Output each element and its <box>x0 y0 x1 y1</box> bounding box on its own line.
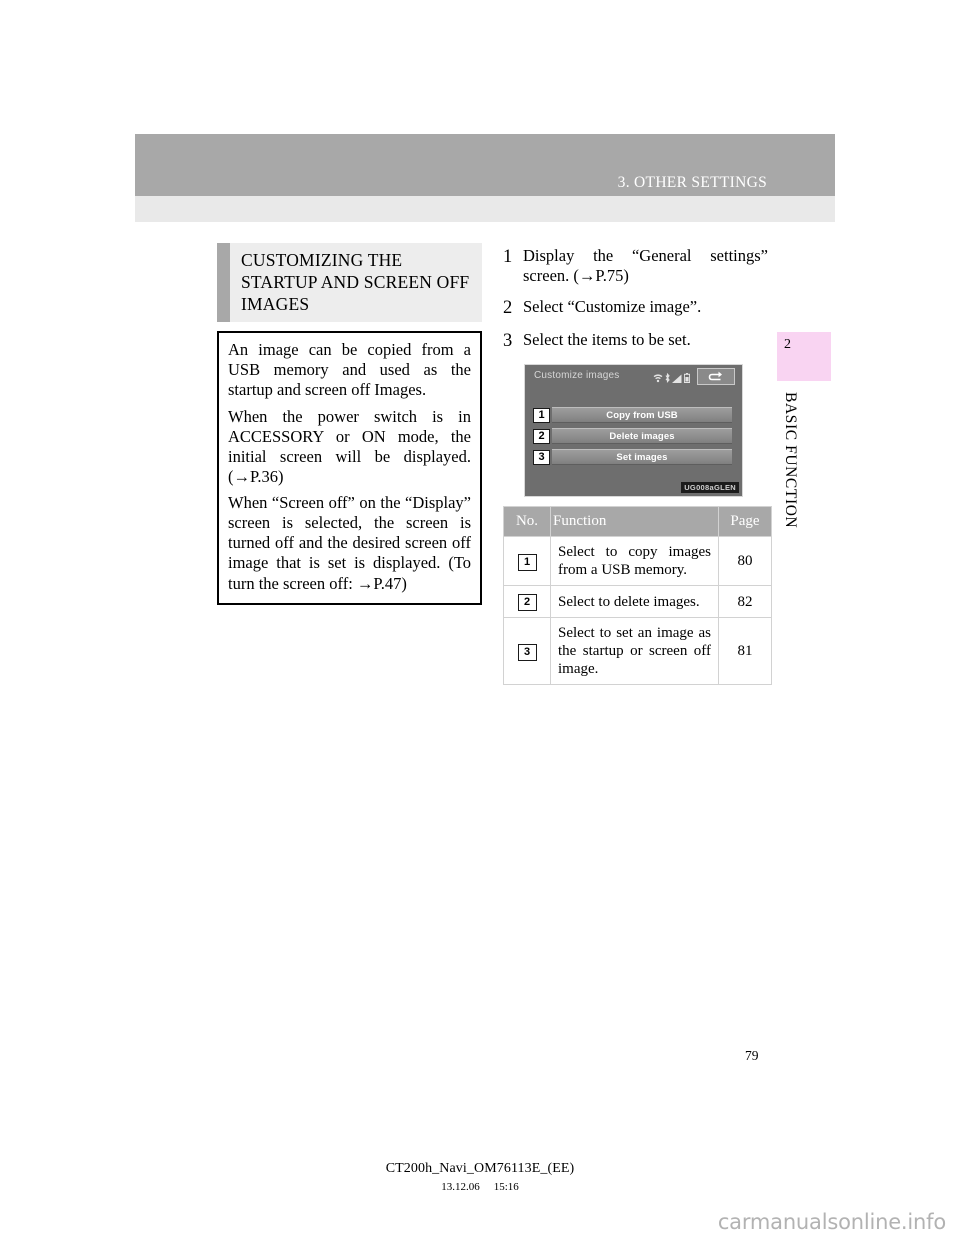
nav-screen-figure: Customize images 1 Copy from USB 2 Delet… <box>524 363 743 497</box>
table-cell-no: 3 <box>503 617 551 686</box>
table-header-page: Page <box>718 505 772 538</box>
table-row: 2 Select to delete images. 82 <box>503 585 772 619</box>
section-title: CUSTOMIZING THE STARTUP AND SCREEN OFF I… <box>241 250 470 315</box>
set-images-button[interactable]: Set images <box>552 449 732 466</box>
signal-bars-icon <box>672 374 682 383</box>
table-row: 3 Select to set an image as the startup … <box>503 617 772 686</box>
footer-date: 13.12.06 <box>441 1181 480 1193</box>
battery-icon <box>684 372 690 383</box>
footer-timestamp: 13.12.06 15:16 <box>0 1181 960 1193</box>
chapter-tab-label: BASIC FUNCTION <box>782 392 799 529</box>
left-column: CUSTOMIZING THE STARTUP AND SCREEN OFF I… <box>217 243 482 605</box>
nav-row-copy-from-usb: 1 Copy from USB <box>533 407 732 424</box>
table-cell-page: 81 <box>718 617 772 686</box>
right-column: 1 Display the “General settings” screen.… <box>503 246 772 686</box>
table-badge-1: 1 <box>517 553 537 571</box>
info-paragraph-1: An image can be copied from a USB memory… <box>228 340 471 400</box>
page-header-subbar <box>135 196 835 222</box>
table-cell-no: 2 <box>503 585 551 619</box>
nav-badge-1: 1 <box>533 407 550 423</box>
delete-images-button[interactable]: Delete images <box>552 428 732 445</box>
step-1-text: Display the “General settings” screen. (… <box>523 246 768 286</box>
figure-code-label: UG008aGLEN <box>681 481 739 493</box>
step-2: 2 Select “Customize image”. <box>503 297 768 319</box>
footer-document-id: CT200h_Navi_OM76113E_(EE) <box>385 1161 575 1176</box>
table-header-row: No. Function Page <box>503 505 772 538</box>
step-2-number: 2 <box>503 298 513 319</box>
page-number: 79 <box>745 1048 759 1063</box>
step-1-number: 1 <box>503 247 513 267</box>
function-table: No. Function Page 1 Select to copy image… <box>503 505 772 686</box>
copy-from-usb-button[interactable]: Copy from USB <box>552 407 732 424</box>
wifi-icon <box>653 374 663 382</box>
info-paragraph-2: When the power switch is in ACCESSORY or… <box>228 406 471 486</box>
table-cell-page: 82 <box>718 585 772 619</box>
table-cell-no: 1 <box>503 536 551 587</box>
table-cell-page: 80 <box>718 536 772 587</box>
chapter-tab-number: 2 <box>784 337 791 352</box>
step-1: 1 Display the “General settings” screen.… <box>503 246 768 286</box>
back-arrow-icon[interactable] <box>697 367 735 385</box>
nav-badge-3: 3 <box>533 449 550 465</box>
table-cell-function: Select to set an image as the startup or… <box>550 617 719 686</box>
table-row: 1 Select to copy images from a USB memor… <box>503 536 772 587</box>
nav-screen-titlebar: Customize images <box>525 365 742 389</box>
step-3: 3 Select the items to be set. <box>503 330 768 352</box>
nav-button-list: 1 Copy from USB 2 Delete images 3 Set im… <box>533 407 732 470</box>
footer-time: 15:16 <box>493 1181 519 1193</box>
bluetooth-icon <box>665 372 670 383</box>
chapter-title: 3. OTHER SETTINGS <box>617 174 767 191</box>
chapter-tab: 2 <box>777 332 831 381</box>
page-header-bar: 3. OTHER SETTINGS <box>135 134 835 196</box>
nav-row-delete-images: 2 Delete images <box>533 428 732 445</box>
table-cell-function: Select to delete images. <box>550 585 719 619</box>
table-cell-function: Select to copy images from a USB memory. <box>550 536 719 587</box>
section-title-accent-bar <box>217 243 230 323</box>
nav-row-set-images: 3 Set images <box>533 449 732 466</box>
nav-status-icon-group <box>653 371 690 383</box>
step-3-number: 3 <box>503 331 513 352</box>
section-title-block: CUSTOMIZING THE STARTUP AND SCREEN OFF I… <box>217 243 482 323</box>
nav-badge-2: 2 <box>533 428 550 444</box>
step-2-text: Select “Customize image”. <box>523 297 702 317</box>
table-header-function: Function <box>550 505 719 538</box>
table-badge-3: 3 <box>517 644 537 662</box>
step-3-text: Select the items to be set. <box>523 330 691 350</box>
nav-screen-title: Customize images <box>534 369 620 381</box>
table-header-no: No. <box>503 505 551 538</box>
table-badge-2: 2 <box>517 594 537 612</box>
info-paragraph-3: When “Screen off” on the “Display” scree… <box>228 493 471 593</box>
info-box: An image can be copied from a USB memory… <box>217 331 482 605</box>
watermark: carmanualsonline.info <box>717 1210 946 1234</box>
